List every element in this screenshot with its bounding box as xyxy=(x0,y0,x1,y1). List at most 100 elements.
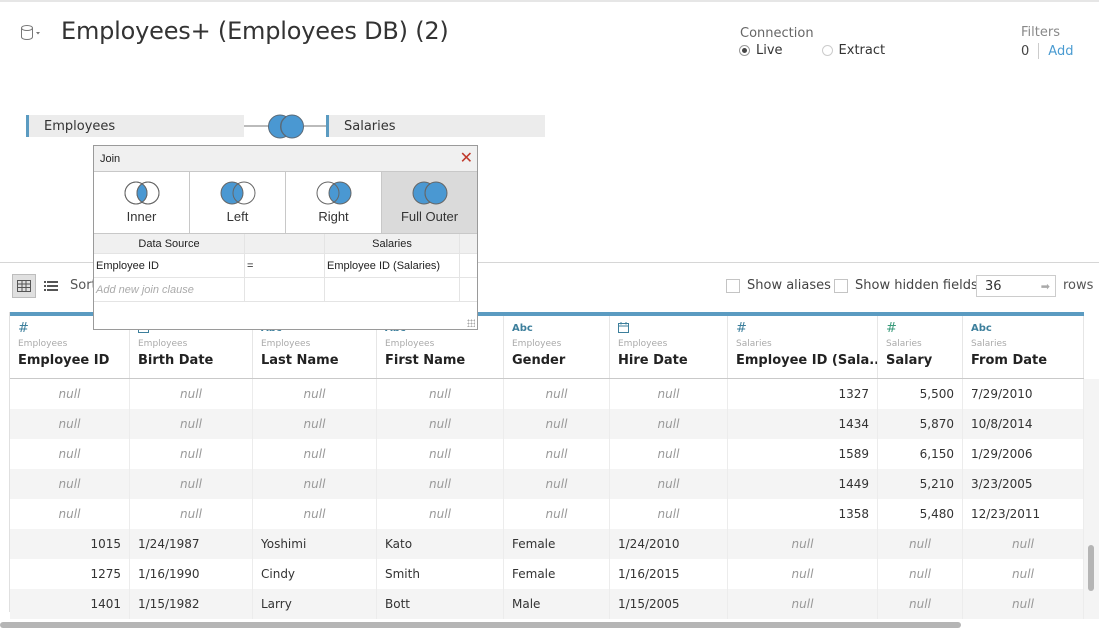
table-cell[interactable]: 1/15/2005 xyxy=(610,589,728,619)
table-cell[interactable]: 1/29/2006 xyxy=(963,439,1084,469)
table-cell[interactable]: 1449 xyxy=(728,469,878,499)
horizontal-scrollbar[interactable] xyxy=(0,622,961,628)
grid-view-button[interactable] xyxy=(12,274,36,298)
null-cell[interactable]: null xyxy=(610,409,728,439)
table-cell[interactable]: 1/24/2010 xyxy=(610,529,728,559)
number-type-icon[interactable]: # xyxy=(886,322,962,336)
null-cell[interactable]: null xyxy=(610,439,728,469)
null-cell[interactable]: null xyxy=(377,439,504,469)
join-type-right[interactable]: Right xyxy=(286,172,382,233)
null-cell[interactable]: null xyxy=(878,559,963,589)
table-cell[interactable]: Bott xyxy=(377,589,504,619)
column-name[interactable]: Employee ID xyxy=(18,353,129,368)
vertical-scrollbar[interactable] xyxy=(1088,545,1094,591)
arrow-right-icon[interactable]: ➡ xyxy=(1041,280,1050,293)
null-cell[interactable]: null xyxy=(130,469,253,499)
table-cell[interactable]: 1/16/2015 xyxy=(610,559,728,589)
table-cell[interactable]: 5,480 xyxy=(878,499,963,529)
join-clause-row[interactable]: Employee ID = Employee ID (Salaries) xyxy=(94,254,477,278)
null-cell[interactable]: null xyxy=(963,559,1084,589)
null-cell[interactable]: null xyxy=(253,469,377,499)
number-type-icon[interactable]: # xyxy=(736,322,877,336)
null-cell[interactable]: null xyxy=(504,409,610,439)
column-name[interactable]: Birth Date xyxy=(138,353,252,368)
table-cell[interactable]: 1275 xyxy=(10,559,130,589)
table-cell[interactable]: Smith xyxy=(377,559,504,589)
table-employees[interactable]: Employees xyxy=(26,115,244,137)
null-cell[interactable]: null xyxy=(253,379,377,409)
table-cell[interactable]: Cindy xyxy=(253,559,377,589)
null-cell[interactable]: null xyxy=(10,439,130,469)
add-filter-link[interactable]: Add xyxy=(1048,44,1073,59)
full-outer-join-icon[interactable] xyxy=(266,114,306,139)
column-header[interactable]: # Salaries Salary xyxy=(878,316,963,378)
table-cell[interactable]: 5,870 xyxy=(878,409,963,439)
extract-radio[interactable]: Extract xyxy=(821,43,885,58)
null-cell[interactable]: null xyxy=(253,439,377,469)
table-cell[interactable]: 6,150 xyxy=(878,439,963,469)
column-name[interactable]: From Date xyxy=(971,353,1083,368)
string-type-icon[interactable]: Abc xyxy=(512,322,609,336)
live-radio[interactable]: Live xyxy=(739,43,783,58)
null-cell[interactable]: null xyxy=(610,379,728,409)
join-type-inner[interactable]: Inner xyxy=(94,172,190,233)
null-cell[interactable]: null xyxy=(130,409,253,439)
string-type-icon[interactable]: Abc xyxy=(971,322,1083,336)
database-icon[interactable] xyxy=(20,24,42,42)
table-cell[interactable]: 3/23/2005 xyxy=(963,469,1084,499)
null-cell[interactable]: null xyxy=(377,499,504,529)
list-view-button[interactable] xyxy=(43,278,59,294)
add-join-clause-placeholder[interactable]: Add new join clause xyxy=(94,278,245,301)
show-aliases-checkbox[interactable]: Show aliases xyxy=(726,278,831,293)
table-cell[interactable]: 12/23/2011 xyxy=(963,499,1084,529)
column-name[interactable]: Employee ID (Sala... xyxy=(736,353,877,368)
column-header[interactable]: Abc Salaries From Date xyxy=(963,316,1084,378)
table-cell[interactable]: Kato xyxy=(377,529,504,559)
null-cell[interactable]: null xyxy=(878,529,963,559)
table-cell[interactable]: Yoshimi xyxy=(253,529,377,559)
null-cell[interactable]: null xyxy=(377,469,504,499)
null-cell[interactable]: null xyxy=(728,589,878,619)
null-cell[interactable]: null xyxy=(10,469,130,499)
column-name[interactable]: Last Name xyxy=(261,353,376,368)
null-cell[interactable]: null xyxy=(728,529,878,559)
null-cell[interactable]: null xyxy=(10,499,130,529)
resize-grip-icon[interactable] xyxy=(467,319,475,327)
table-cell[interactable]: 7/29/2010 xyxy=(963,379,1084,409)
table-cell[interactable]: Female xyxy=(504,559,610,589)
null-cell[interactable]: null xyxy=(504,499,610,529)
null-cell[interactable]: null xyxy=(610,469,728,499)
table-cell[interactable]: 10/8/2014 xyxy=(963,409,1084,439)
null-cell[interactable]: null xyxy=(130,439,253,469)
table-cell[interactable]: 1015 xyxy=(10,529,130,559)
null-cell[interactable]: null xyxy=(130,499,253,529)
column-header[interactable]: Abc Employees Gender xyxy=(504,316,610,378)
join-type-full-outer[interactable]: Full Outer xyxy=(382,172,477,233)
null-cell[interactable]: null xyxy=(504,379,610,409)
table-cell[interactable]: 1/24/1987 xyxy=(130,529,253,559)
join-operator[interactable]: = xyxy=(245,254,325,277)
column-name[interactable]: Salary xyxy=(886,353,962,368)
null-cell[interactable]: null xyxy=(253,499,377,529)
null-cell[interactable]: null xyxy=(610,499,728,529)
table-salaries[interactable]: Salaries xyxy=(326,115,545,137)
add-join-clause-row[interactable]: Add new join clause xyxy=(94,278,477,302)
table-cell[interactable]: 1589 xyxy=(728,439,878,469)
null-cell[interactable]: null xyxy=(963,529,1084,559)
null-cell[interactable]: null xyxy=(728,559,878,589)
show-hidden-fields-checkbox[interactable]: Show hidden fields xyxy=(834,278,978,293)
null-cell[interactable]: null xyxy=(878,589,963,619)
null-cell[interactable]: null xyxy=(504,439,610,469)
column-name[interactable]: First Name xyxy=(385,353,503,368)
page-title[interactable]: Employees+ (Employees DB) (2) xyxy=(61,17,449,45)
column-header[interactable]: # Salaries Employee ID (Sala... xyxy=(728,316,878,378)
join-type-left[interactable]: Left xyxy=(190,172,286,233)
null-cell[interactable]: null xyxy=(10,379,130,409)
table-cell[interactable]: 1358 xyxy=(728,499,878,529)
null-cell[interactable]: null xyxy=(377,379,504,409)
column-header[interactable]: Employees Hire Date xyxy=(610,316,728,378)
close-icon[interactable]: ✕ xyxy=(460,150,473,167)
table-cell[interactable]: 5,500 xyxy=(878,379,963,409)
table-cell[interactable]: 5,210 xyxy=(878,469,963,499)
table-cell[interactable]: Female xyxy=(504,529,610,559)
